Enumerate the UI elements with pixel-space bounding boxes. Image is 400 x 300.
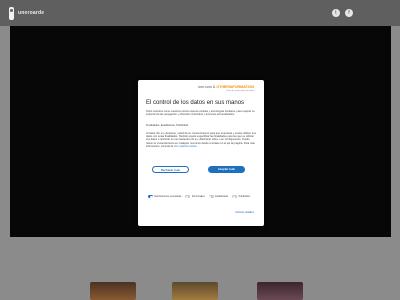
consent-title: El control de los datos en sus manos [146,100,245,106]
show-details-link[interactable]: Mostrar detalles [236,211,254,214]
social-links: t f [332,9,353,17]
toggle-statistics[interactable]: Estadísticas [208,195,229,199]
brand-subtitle: Zona de protección de datos [226,89,254,92]
reject-all-button[interactable]: Rechazar todo [152,166,189,173]
twitter-icon[interactable]: t [332,9,340,17]
consent-intro: Tanto nosotros como nuestros socios usam… [146,110,255,117]
facebook-icon[interactable]: f [345,9,353,17]
toggle-necessary[interactable]: Estrictamente necesarias [148,195,182,199]
consent-details-text: Al hacer clic en «Aceptar», usted da su … [146,132,256,148]
toggle-advertising[interactable]: Publicidad [232,195,250,199]
logo-icon [9,6,14,20]
top-header: uneroarde t f [0,0,400,26]
toggle-switch[interactable] [148,195,153,199]
brand-partner: OTHERINFORMATION [216,85,254,89]
brand-separator: & [212,85,216,89]
toggle-switch[interactable] [232,195,238,199]
toggle-switch[interactable] [185,195,191,199]
toggle-label: Publicidad [238,195,250,198]
consent-toggles: Estrictamente necesarias Funcionales Est… [148,195,250,199]
logo-text: uneroarde [18,10,45,16]
consent-purposes: Finalidades: Estadísticas, Publicidad [146,124,189,127]
consent-brand: one.com & OTHERINFORMATION [198,85,254,89]
consent-dialog: one.com & OTHERINFORMATION Zona de prote… [138,80,264,226]
video-thumbnail[interactable] [257,282,303,300]
toggle-label: Estadísticas [215,195,229,198]
brand-name: one.com [198,85,212,89]
video-thumbnail[interactable] [90,282,136,300]
toggle-switch[interactable] [208,195,214,199]
site-logo[interactable]: uneroarde [9,6,44,20]
toggle-label: Estrictamente necesarias [154,195,182,198]
toggle-label: Funcionales [191,195,205,198]
partners-link[interactable]: Ver nuestros socios [174,145,197,148]
video-thumbnail[interactable] [172,282,218,300]
consent-details: Al hacer clic en «Aceptar», usted da su … [146,132,256,148]
toggle-functional[interactable]: Funcionales [185,195,205,199]
accept-all-button[interactable]: Aceptar todo [208,166,245,173]
